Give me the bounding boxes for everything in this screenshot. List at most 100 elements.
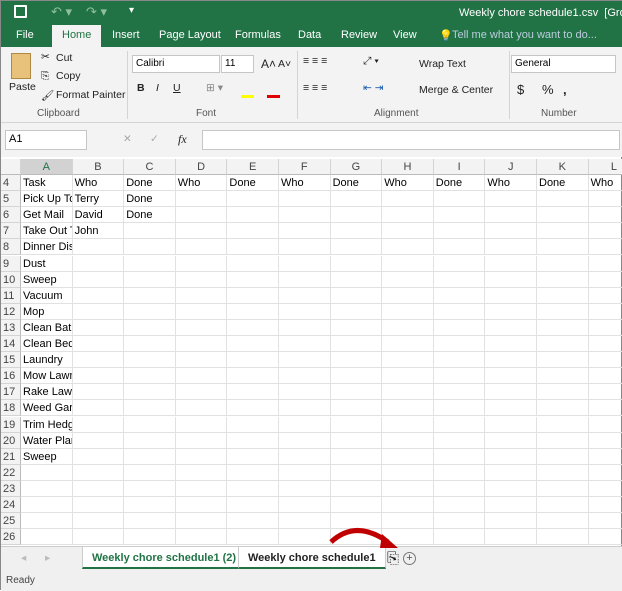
cell-J13[interactable] bbox=[485, 319, 537, 336]
cell-L24[interactable] bbox=[588, 497, 622, 514]
cell-G14[interactable] bbox=[330, 336, 383, 353]
row-header[interactable]: 20 bbox=[1, 432, 21, 449]
cell-H24[interactable] bbox=[382, 497, 434, 514]
cell-F13[interactable] bbox=[279, 319, 331, 336]
cell-J26[interactable] bbox=[485, 529, 537, 546]
row-header[interactable]: 4 bbox=[1, 175, 21, 192]
cell-B23[interactable] bbox=[72, 480, 125, 497]
column-header[interactable]: E bbox=[227, 159, 279, 175]
cell-J8[interactable] bbox=[485, 239, 537, 256]
fill-color-icon[interactable] bbox=[241, 95, 254, 98]
cell-B9[interactable] bbox=[72, 255, 125, 272]
cell-C8[interactable] bbox=[124, 239, 176, 256]
cell-H13[interactable] bbox=[382, 319, 434, 336]
cell-C18[interactable] bbox=[124, 400, 176, 417]
cell-F6[interactable] bbox=[279, 207, 331, 224]
cell-C20[interactable] bbox=[124, 432, 176, 449]
cell-A17[interactable]: Rake Lawn bbox=[21, 384, 73, 401]
cell-L14[interactable] bbox=[588, 336, 622, 353]
row-header[interactable]: 18 bbox=[1, 400, 21, 417]
borders-icon[interactable]: ⊞ ▾ bbox=[206, 82, 223, 94]
row-header[interactable]: 12 bbox=[1, 303, 21, 320]
cell-L13[interactable] bbox=[588, 320, 622, 336]
row-header[interactable]: 10 bbox=[1, 271, 21, 288]
cell-F15[interactable] bbox=[279, 352, 331, 369]
cell-K17[interactable] bbox=[537, 384, 589, 401]
cell-F26[interactable] bbox=[279, 529, 331, 546]
cell-C14[interactable] bbox=[124, 336, 176, 353]
row-header[interactable]: 15 bbox=[1, 352, 21, 369]
cell-E14[interactable] bbox=[227, 336, 279, 353]
cell-A23[interactable] bbox=[21, 480, 73, 497]
cell-B8[interactable] bbox=[72, 239, 125, 256]
cell-B15[interactable] bbox=[72, 352, 125, 369]
cell-E24[interactable] bbox=[227, 497, 279, 514]
cell-G15[interactable] bbox=[330, 352, 383, 369]
tab-view[interactable]: View bbox=[393, 29, 417, 41]
cell-G22[interactable] bbox=[330, 464, 383, 481]
cell-D6[interactable] bbox=[175, 207, 228, 224]
cell-G7[interactable] bbox=[330, 223, 383, 240]
paste-icon[interactable] bbox=[11, 53, 31, 79]
row-header[interactable]: 21 bbox=[1, 448, 21, 465]
cell-A12[interactable]: Mop bbox=[21, 303, 73, 320]
cell-E16[interactable] bbox=[227, 368, 279, 385]
cell-J20[interactable] bbox=[485, 432, 537, 449]
cell-B10[interactable] bbox=[72, 271, 125, 288]
tab-home[interactable]: Home bbox=[52, 25, 102, 47]
cell-L9[interactable] bbox=[588, 256, 622, 272]
cell-H6[interactable] bbox=[382, 207, 434, 224]
cell-J10[interactable] bbox=[485, 271, 537, 288]
cell-L17[interactable] bbox=[588, 384, 622, 401]
cell-A6[interactable]: Get Mail bbox=[21, 207, 73, 224]
cell-B20[interactable] bbox=[72, 432, 125, 449]
cell-F8[interactable] bbox=[279, 239, 331, 256]
cell-B14[interactable] bbox=[72, 336, 125, 353]
cancel-icon[interactable]: ✕ bbox=[123, 133, 132, 145]
cell-A26[interactable] bbox=[21, 529, 73, 546]
cell-C21[interactable] bbox=[124, 448, 176, 465]
cell-E18[interactable] bbox=[227, 400, 279, 417]
cell-A13[interactable]: Clean Bathroom bbox=[21, 319, 73, 336]
cell-C13[interactable] bbox=[124, 319, 176, 336]
column-header[interactable]: C bbox=[124, 159, 176, 175]
cell-L22[interactable] bbox=[588, 465, 622, 481]
cell-H10[interactable] bbox=[382, 271, 434, 288]
cell-D26[interactable] bbox=[175, 529, 228, 546]
row-header[interactable]: 11 bbox=[1, 287, 21, 304]
row-header[interactable]: 13 bbox=[1, 319, 21, 336]
cell-A9[interactable]: Dust bbox=[21, 255, 73, 272]
row-header[interactable]: 26 bbox=[1, 529, 21, 546]
row-header[interactable]: 19 bbox=[1, 416, 21, 433]
cell-H11[interactable] bbox=[382, 287, 434, 304]
cell-C10[interactable] bbox=[124, 271, 176, 288]
cell-C22[interactable] bbox=[124, 464, 176, 481]
cell-B26[interactable] bbox=[72, 529, 125, 546]
cell-H8[interactable] bbox=[382, 239, 434, 256]
cell-F18[interactable] bbox=[279, 400, 331, 417]
cell-A20[interactable]: Water Plants bbox=[21, 432, 73, 449]
cell-B13[interactable] bbox=[72, 319, 125, 336]
cell-B25[interactable] bbox=[72, 513, 125, 530]
cell-J6[interactable] bbox=[485, 207, 537, 224]
cell-D14[interactable] bbox=[175, 336, 228, 353]
cell-E4[interactable]: Done bbox=[227, 175, 279, 192]
cell-E10[interactable] bbox=[227, 271, 279, 288]
new-sheet-button[interactable]: + bbox=[403, 552, 416, 565]
cell-D15[interactable] bbox=[175, 352, 228, 369]
underline-button[interactable]: U bbox=[173, 82, 181, 94]
cell-L20[interactable] bbox=[588, 433, 622, 449]
cell-B19[interactable] bbox=[72, 416, 125, 433]
cell-L26[interactable] bbox=[588, 529, 622, 546]
cell-I22[interactable] bbox=[433, 464, 486, 481]
align-left-icon[interactable]: ≡ ≡ ≡ bbox=[303, 82, 327, 94]
cell-G9[interactable] bbox=[330, 255, 383, 272]
cell-A16[interactable]: Mow Lawn bbox=[21, 368, 73, 385]
cell-C11[interactable] bbox=[124, 287, 176, 304]
column-header[interactable]: H bbox=[382, 159, 434, 175]
cell-K10[interactable] bbox=[537, 271, 589, 288]
cell-K14[interactable] bbox=[537, 336, 589, 353]
font-name-select[interactable]: Calibri bbox=[132, 55, 220, 73]
cell-L19[interactable] bbox=[588, 417, 622, 433]
cell-D24[interactable] bbox=[175, 497, 228, 514]
